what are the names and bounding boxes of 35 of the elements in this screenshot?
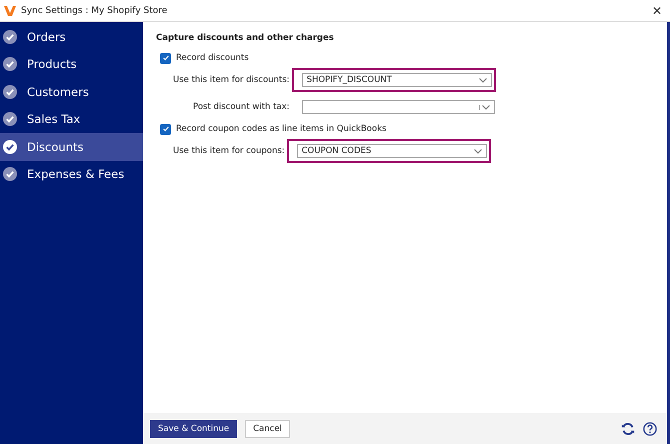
check-icon bbox=[162, 125, 170, 133]
check-circle-icon bbox=[3, 140, 17, 154]
check-circle-icon bbox=[3, 167, 17, 182]
checkbox-label: Record coupon codes as line items in QuickBooks bbox=[176, 124, 386, 134]
dropdown-field[interactable]: COUPON CODES bbox=[296, 144, 487, 158]
checkbox[interactable] bbox=[160, 52, 171, 64]
sidebar-item[interactable]: Customers bbox=[0, 78, 143, 106]
caret-icon bbox=[478, 104, 490, 110]
caret-icon bbox=[474, 148, 482, 154]
check-circle-icon bbox=[3, 84, 17, 99]
sidebar-item[interactable]: Sales Tax bbox=[0, 106, 143, 133]
sidebar-item[interactable]: Expenses & Fees bbox=[0, 160, 143, 188]
field-label: Post discount with tax: bbox=[193, 102, 290, 112]
check-circle-icon bbox=[3, 112, 17, 126]
sidebar-item[interactable]: Orders bbox=[0, 23, 143, 50]
dropdown-field[interactable]: SHOPIFY_DISCOUNT bbox=[302, 73, 492, 87]
close-button[interactable]: ✕ bbox=[644, 4, 670, 18]
caret-icon bbox=[478, 78, 487, 82]
help-icon[interactable] bbox=[643, 422, 657, 436]
sidebar-item[interactable]: Discounts bbox=[0, 133, 143, 160]
field-label: Use this item for discounts: bbox=[173, 75, 290, 85]
checkbox-label: Record discounts bbox=[176, 53, 249, 63]
check-icon bbox=[162, 54, 170, 62]
refresh-icon[interactable] bbox=[621, 422, 635, 436]
window-title: Sync Settings : My Shopify Store bbox=[21, 6, 168, 16]
cancel-button[interactable]: Cancel bbox=[245, 420, 290, 438]
check-circle-icon bbox=[3, 30, 17, 44]
save-button[interactable]: Save & Continue bbox=[150, 420, 238, 438]
field-label: Use this item for coupons: bbox=[173, 146, 285, 156]
sidebar-item[interactable]: Products bbox=[0, 50, 143, 78]
checkbox[interactable] bbox=[160, 124, 171, 134]
dropdown-field[interactable] bbox=[302, 100, 495, 114]
app-logo-icon bbox=[4, 6, 16, 16]
section-title: Capture discounts and other charges bbox=[156, 33, 335, 43]
check-circle-icon bbox=[3, 57, 17, 72]
